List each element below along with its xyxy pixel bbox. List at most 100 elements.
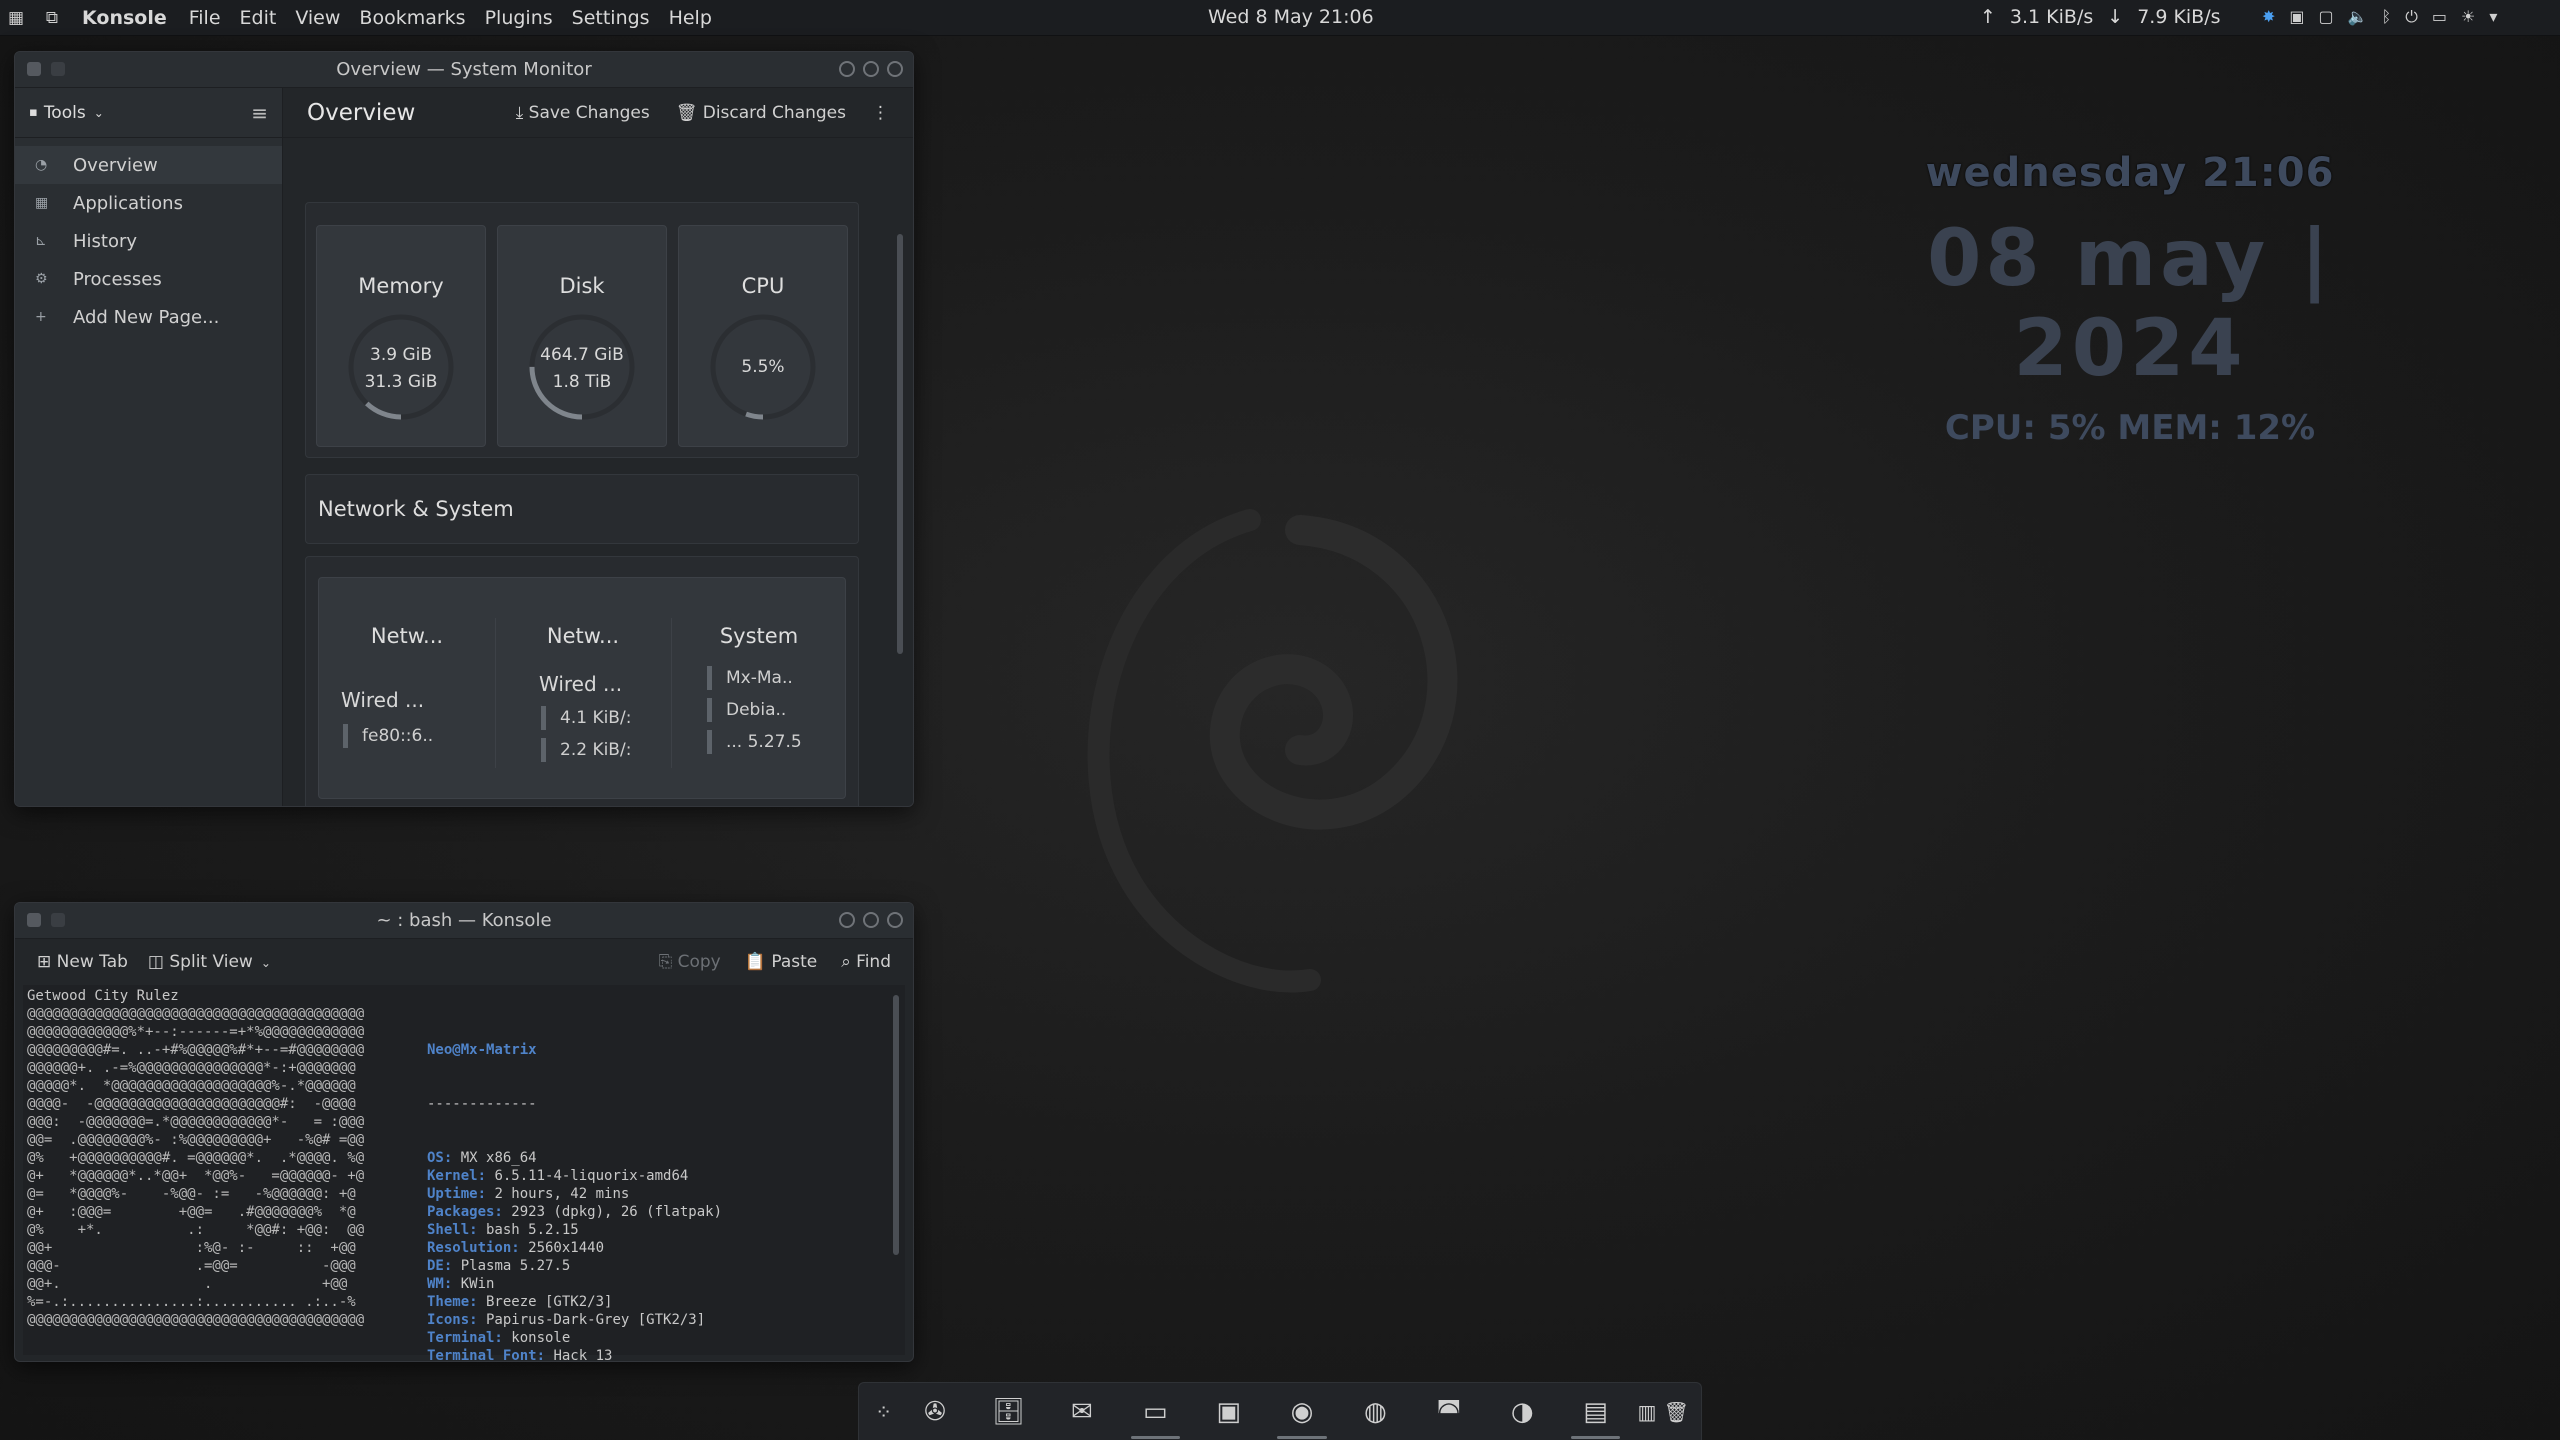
maximize-button[interactable] [863,912,879,928]
sysmon-main: Overview ⤓ Save Changes 🗑 Discard Change… [283,88,913,806]
window-menu-icon[interactable] [27,913,41,927]
pin-icon[interactable] [51,62,65,76]
sidebar-item-add-page[interactable]: + Add New Page... [15,298,282,336]
mail-icon[interactable]: ✉ [1045,1383,1118,1440]
widget-stats: CPU: 5% MEM: 12% [1944,408,2316,448]
system-plasma-version: ... 5.27.5 [707,730,802,754]
terminal-area[interactable]: Getwood City Rulez @@@@@@@@@@@@@@@@@@@@@… [23,985,905,1361]
ascii-line: @% +*. .: *@@#: +@@: @@ [27,1222,365,1238]
page-title: Overview [307,99,416,126]
disk-total: 1.8 TiB [552,372,612,392]
memory-used: 3.9 GiB [370,345,432,365]
bluetooth-icon[interactable]: ᛒ [2382,7,2392,27]
info-key: Theme: [427,1294,478,1310]
new-tab-icon: ⊞ [37,952,57,972]
info-line: Theme: Breeze [GTK2/3] [427,1293,722,1311]
display-icon[interactable]: ▭ [2432,7,2447,27]
clipboard-icon[interactable]: ▢ [2319,7,2334,27]
close-button[interactable] [887,61,903,77]
system-monitor-icon[interactable]: ▤ [1559,1383,1632,1440]
app-launcher-icon[interactable]: ▦ [6,8,26,28]
split-view-icon: ◫ [147,952,170,972]
window-list-icon[interactable]: ⧉ [42,8,62,28]
cpu-card[interactable]: CPU 5.5% [678,225,848,447]
network-speed[interactable]: ↑ 3.1 KiB/s ↓ 7.9 KiB/s [1980,6,2221,28]
sidebar-item-history[interactable]: ⊾ History [15,222,282,260]
konsole-title: ~ : bash — Konsole [376,910,552,931]
browser-icon[interactable]: ◍ [1339,1383,1412,1440]
volume-icon[interactable]: 🔈 [2348,7,2368,27]
minimize-button[interactable] [839,912,855,928]
tray-expand-icon[interactable]: ▾ [2489,7,2497,27]
close-button[interactable] [887,912,903,928]
ascii-line: %=-.:...............:........... .:..-% [27,1294,356,1310]
info-line: Kernel: 6.5.11-4-liquorix-amd64 [427,1167,722,1185]
paste-button[interactable]: 📋 Paste [745,952,817,972]
menu-help[interactable]: Help [669,7,712,29]
menu-file[interactable]: File [189,7,221,29]
ascii-line: @@@: -@@@@@@@=.*@@@@@@@@@@@@*- = :@@@ [27,1114,365,1130]
network-upload-rate: 4.1 KiB/: [541,706,631,730]
copy-button[interactable]: ⎘ Copy [659,952,721,972]
network-header: Netw... [370,624,444,648]
steam-icon[interactable]: ◑ [1485,1383,1558,1440]
pin-icon[interactable] [51,913,65,927]
file-manager-icon[interactable]: 🗄 [972,1383,1045,1440]
new-tab-button[interactable]: ⊞ New Tab [37,952,128,972]
window-menu-icon[interactable] [27,62,41,76]
network-address: fe80::6.. [343,724,433,748]
discord-icon[interactable]: ◚ [1412,1383,1485,1440]
menu-bookmarks[interactable]: Bookmarks [359,7,465,29]
sidebar-item-processes[interactable]: ⚙ Processes [15,260,282,298]
ascii-line: @@@- .=@@= -@@@ [27,1258,356,1274]
discard-changes-button[interactable]: 🗑 Discard Changes [676,103,846,123]
hamburger-menu-icon[interactable]: ≡ [251,101,268,125]
active-app-name[interactable]: Konsole [82,7,167,29]
cpu-usage: 5.5% [741,357,785,377]
overview-panel: Memory 3.9 GiB 31.3 GiB Disk 464.7 GiB 1… [305,202,859,458]
scrollbar[interactable] [897,234,903,654]
memory-card[interactable]: Memory 3.9 GiB 31.3 GiB [316,225,486,447]
power-icon[interactable]: ⏻ [2405,7,2418,27]
app-grid-icon[interactable]: ⁘ [869,1383,898,1440]
info-line: Terminal Font: Hack 13 [427,1347,722,1361]
konsole-titlebar[interactable]: ~ : bash — Konsole [15,903,913,939]
mx-tools-icon[interactable]: ✇ [898,1383,971,1440]
update-notifier-icon[interactable]: ✸ [2262,7,2275,27]
menu-view[interactable]: View [295,7,340,29]
info-key: Kernel: [427,1168,487,1184]
chevron-down-icon: ⌄ [260,956,271,970]
menu-plugins[interactable]: Plugins [485,7,553,29]
sysmon-titlebar[interactable]: Overview — System Monitor [15,52,913,88]
maximize-button[interactable] [863,61,879,77]
menu-settings[interactable]: Settings [572,7,650,29]
show-desktop-icon[interactable]: ▥ [1632,1383,1661,1440]
menu-edit[interactable]: Edit [240,7,277,29]
tools-menu[interactable]: ▪ Tools ⌄ ≡ [15,88,282,138]
overflow-menu-icon[interactable]: ⋮ [872,103,889,123]
network-system-card[interactable]: Netw... Wired ... fe80::6.. Netw... Wire… [318,577,846,799]
disk-card[interactable]: Disk 464.7 GiB 1.8 TiB [497,225,667,447]
minimize-button[interactable] [839,61,855,77]
save-changes-button[interactable]: ⤓ Save Changes [516,103,650,123]
screenshot-icon[interactable]: ▣ [1192,1383,1265,1440]
trash-icon[interactable]: 🗑 [1662,1383,1691,1440]
info-value: konsole [502,1330,571,1346]
find-button[interactable]: ⌕ Find [841,952,891,972]
scrollbar[interactable] [893,995,899,1255]
info-key: Shell: [427,1222,478,1238]
terminal-tray-icon[interactable]: ▣ [2289,7,2304,27]
download-speed: 7.9 KiB/s [2137,6,2221,28]
brightness-icon[interactable]: ☀ [2461,7,2475,27]
info-key: Packages: [427,1204,503,1220]
terminal-icon[interactable]: ▭ [1119,1383,1192,1440]
upload-speed: 3.1 KiB/s [2009,6,2094,28]
split-view-button[interactable]: ◫ Split View ⌄ [148,952,271,972]
firefox-icon[interactable]: ◉ [1265,1383,1338,1440]
sidebar-item-applications[interactable]: ▦ Applications [15,184,282,222]
sidebar-item-overview[interactable]: ◔ Overview [15,146,282,184]
disk-label: Disk [559,274,605,298]
ascii-line: @+ *@@@@@@*..*@@+ *@@%- =@@@@@@- +@ [27,1168,365,1184]
info-key: DE: [427,1258,453,1274]
panel-clock[interactable]: Wed 8 May 21:06 [1208,6,1374,28]
